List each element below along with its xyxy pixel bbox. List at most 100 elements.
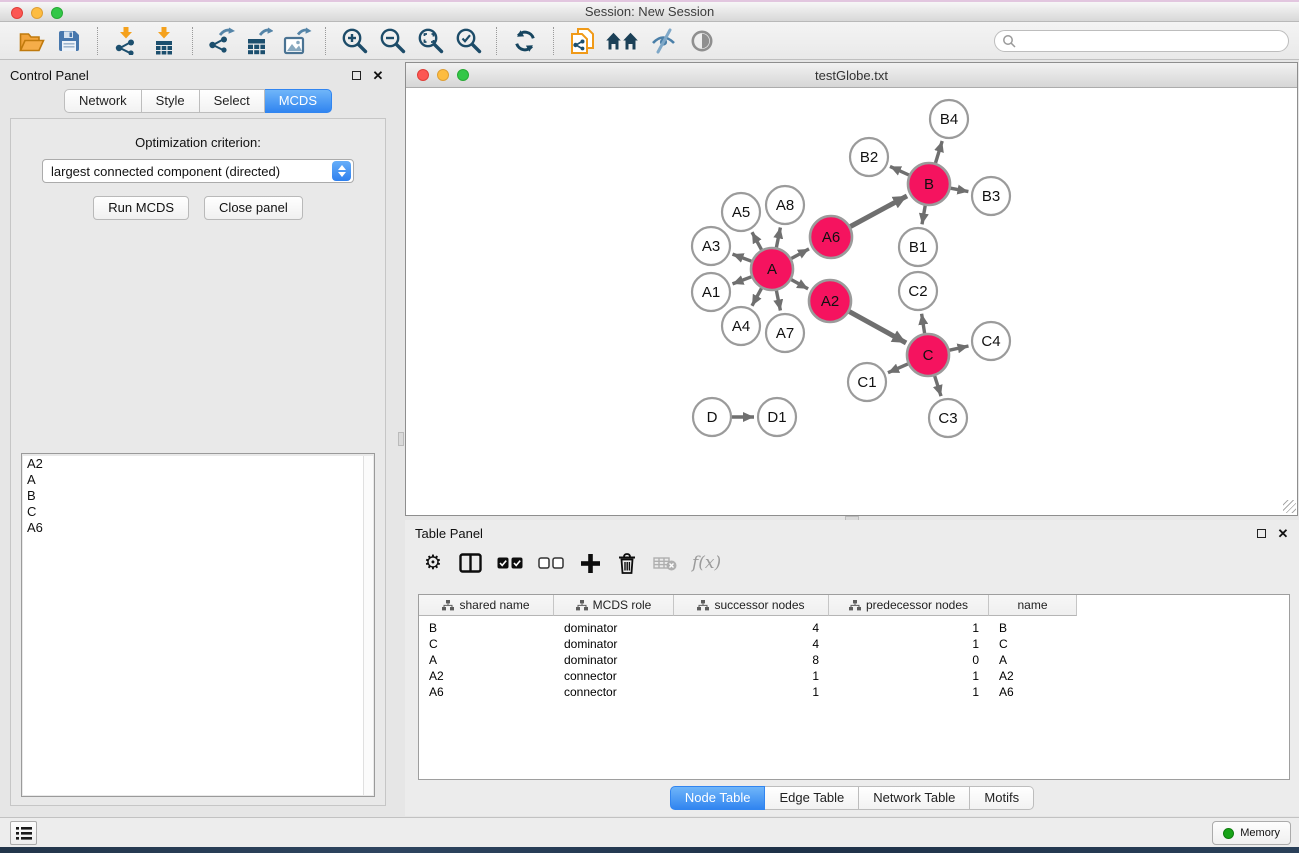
graph-node-D1[interactable]: D1: [758, 398, 796, 436]
graph-node-B3[interactable]: B3: [972, 177, 1010, 215]
table-row[interactable]: Bdominator41B: [419, 620, 1289, 636]
graph-node-A7[interactable]: A7: [766, 314, 804, 352]
column-header-successor-nodes[interactable]: successor nodes: [674, 595, 829, 616]
graph-edge-A-A6[interactable]: [791, 249, 809, 259]
graph-node-A2[interactable]: A2: [809, 280, 851, 322]
copy-style-icon[interactable]: [565, 25, 599, 57]
graph-edge-C-C3[interactable]: [935, 376, 941, 396]
search-field[interactable]: [994, 30, 1289, 52]
import-network-icon[interactable]: [109, 25, 143, 57]
tab-mcds[interactable]: MCDS: [265, 89, 332, 113]
graph-node-C4[interactable]: C4: [972, 322, 1010, 360]
graph-edge-A-A5[interactable]: [752, 232, 762, 250]
save-session-icon[interactable]: [52, 25, 86, 57]
export-image-icon[interactable]: [280, 25, 314, 57]
graph-edge-B-B4[interactable]: [936, 141, 943, 163]
float-panel-icon[interactable]: [348, 69, 364, 83]
column-header-name[interactable]: name: [989, 595, 1077, 616]
table-settings-gear-icon[interactable]: ⚙: [422, 551, 444, 575]
close-panel-button[interactable]: Close panel: [204, 196, 303, 220]
result-list-item[interactable]: C: [23, 504, 373, 520]
graph-node-A8[interactable]: A8: [766, 186, 804, 224]
tab-style[interactable]: Style: [142, 89, 200, 113]
column-header-predecessor-nodes[interactable]: predecessor nodes: [829, 595, 989, 616]
graph-node-B4[interactable]: B4: [930, 100, 968, 138]
splitter-handle-vertical[interactable]: [398, 432, 404, 446]
tab-network-table[interactable]: Network Table: [859, 786, 970, 810]
result-list-item[interactable]: B: [23, 488, 373, 504]
graph-edge-A-A3[interactable]: [733, 254, 752, 261]
tab-edge-table[interactable]: Edge Table: [765, 786, 859, 810]
mcds-result-list[interactable]: A2ABCA6: [23, 456, 373, 795]
open-file-icon[interactable]: [14, 25, 48, 57]
column-header-mcds-role[interactable]: MCDS role: [554, 595, 674, 616]
graph-node-C1[interactable]: C1: [848, 363, 886, 401]
zoom-window-button[interactable]: [51, 7, 63, 19]
zoom-out-icon[interactable]: [375, 25, 409, 57]
result-list-item[interactable]: A6: [23, 520, 373, 536]
export-table-icon[interactable]: [242, 25, 276, 57]
network-canvas[interactable]: B4B2BB3A8A5A6A3B1AA1C2A2A4A7C4CC1C3DD1: [406, 88, 1297, 514]
memory-button[interactable]: Memory: [1212, 821, 1291, 845]
minimize-network-button[interactable]: [437, 69, 449, 81]
graph-node-A4[interactable]: A4: [722, 307, 760, 345]
graph-edge-B-B3[interactable]: [951, 188, 969, 191]
graph-node-A[interactable]: A: [751, 248, 793, 290]
graph-edge-C-C1[interactable]: [888, 364, 908, 373]
tab-network[interactable]: Network: [64, 89, 142, 113]
zoom-network-button[interactable]: [457, 69, 469, 81]
graph-node-A1[interactable]: A1: [692, 273, 730, 311]
run-mcds-button[interactable]: Run MCDS: [93, 196, 189, 220]
unselect-all-icon[interactable]: [538, 551, 564, 575]
graph-edge-A-A4[interactable]: [752, 288, 762, 306]
tab-node-table[interactable]: Node Table: [670, 786, 766, 810]
graph-node-B[interactable]: B: [908, 163, 950, 205]
graph-edge-A-A8[interactable]: [776, 228, 780, 248]
graph-node-A5[interactable]: A5: [722, 193, 760, 231]
float-table-panel-icon[interactable]: [1253, 527, 1269, 541]
graph-edge-C-C2[interactable]: [922, 314, 925, 334]
graph-edge-A2-C[interactable]: [849, 312, 906, 343]
graph-node-C3[interactable]: C3: [929, 399, 967, 437]
result-list-item[interactable]: A: [23, 472, 373, 488]
refresh-icon[interactable]: [508, 25, 542, 57]
export-network-icon[interactable]: [204, 25, 238, 57]
zoom-in-icon[interactable]: [337, 25, 371, 57]
close-table-panel-icon[interactable]: ✕: [1275, 527, 1291, 541]
graph-edge-A6-B[interactable]: [850, 196, 907, 227]
criterion-select[interactable]: largest connected component (directed): [42, 159, 354, 183]
search-input[interactable]: [1016, 34, 1288, 48]
graph-edge-A-A7[interactable]: [776, 291, 780, 311]
table-row[interactable]: Adominator80A: [419, 652, 1289, 668]
close-network-button[interactable]: [417, 69, 429, 81]
close-window-button[interactable]: [11, 7, 23, 19]
zoom-fit-icon[interactable]: [413, 25, 447, 57]
graph-edge-B-B1[interactable]: [922, 206, 925, 225]
result-scrollbar[interactable]: [363, 456, 373, 795]
column-header-shared-name[interactable]: shared name: [419, 595, 554, 616]
table-row[interactable]: A2connector11A2: [419, 668, 1289, 684]
tab-motifs[interactable]: Motifs: [970, 786, 1034, 810]
graph-node-B2[interactable]: B2: [850, 138, 888, 176]
hide-details-icon[interactable]: [647, 25, 681, 57]
delete-column-icon[interactable]: [616, 551, 638, 575]
home-layout-icon[interactable]: [603, 25, 643, 57]
resize-grip-icon[interactable]: [1283, 500, 1296, 513]
result-list-item[interactable]: A2: [23, 456, 373, 472]
tab-select[interactable]: Select: [200, 89, 265, 113]
task-history-button[interactable]: [10, 821, 37, 845]
graph-node-A3[interactable]: A3: [692, 227, 730, 265]
select-all-icon[interactable]: [497, 551, 523, 575]
zoom-selected-icon[interactable]: [451, 25, 485, 57]
graph-node-D[interactable]: D: [693, 398, 731, 436]
import-table-icon[interactable]: [147, 25, 181, 57]
graph-edge-B-B2[interactable]: [890, 166, 909, 175]
minimize-window-button[interactable]: [31, 7, 43, 19]
table-row[interactable]: A6connector11A6: [419, 684, 1289, 700]
show-details-icon[interactable]: [685, 25, 719, 57]
graph-node-A6[interactable]: A6: [810, 216, 852, 258]
graph-node-C2[interactable]: C2: [899, 272, 937, 310]
close-panel-icon[interactable]: ✕: [370, 69, 386, 83]
graph-node-B1[interactable]: B1: [899, 228, 937, 266]
network-window-titlebar[interactable]: testGlobe.txt: [406, 63, 1297, 88]
